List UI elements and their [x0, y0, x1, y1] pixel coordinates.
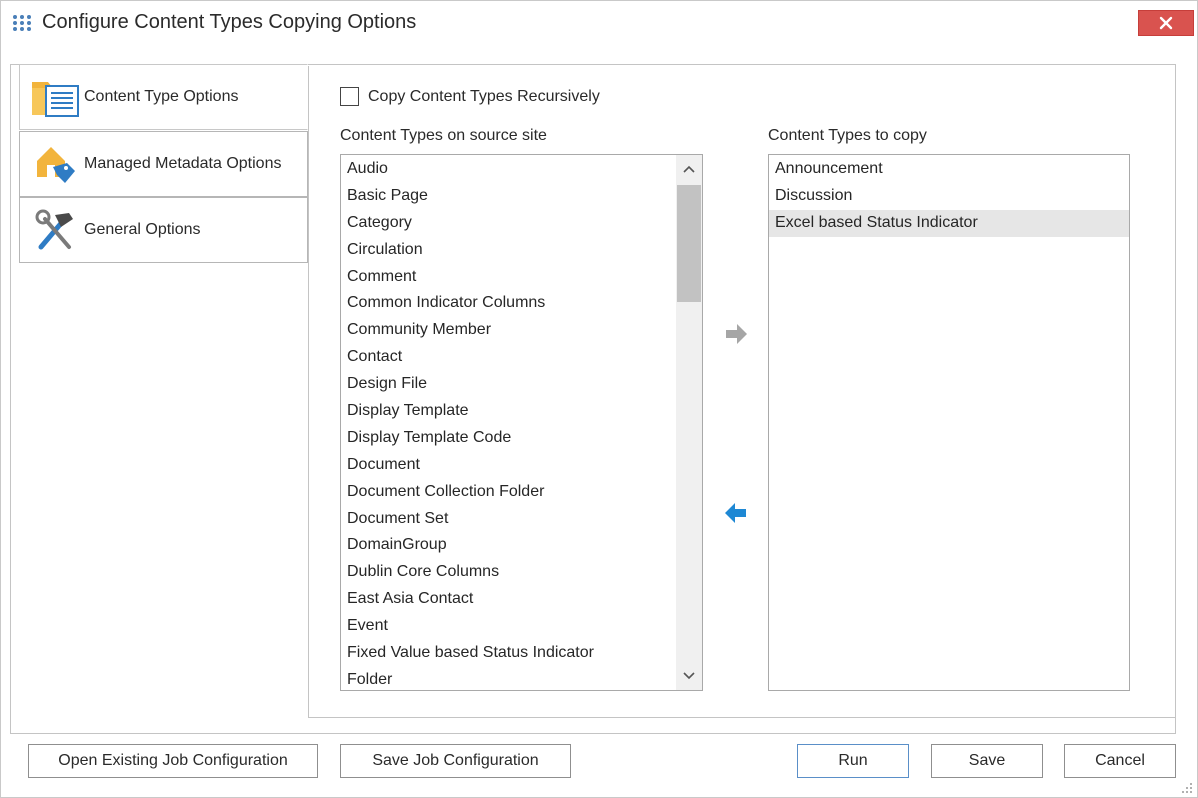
run-button[interactable]: Run [797, 744, 909, 778]
tab-label: Content Type Options [84, 88, 239, 105]
source-list-label: Content Types on source site [340, 127, 547, 144]
source-content-types-list[interactable]: Audio Basic Page Category Circulation Commen… [340, 154, 703, 691]
list-item[interactable]: Document Collection Folder [341, 479, 676, 506]
list-item[interactable]: Common Indicator Columns [341, 290, 676, 317]
save-button[interactable]: Save [931, 744, 1043, 778]
chevron-down-icon [683, 672, 695, 680]
list-item[interactable]: Excel based Status Indicator [769, 209, 1129, 237]
arrow-right-icon [726, 324, 747, 344]
target-content-types-list[interactable]: Announcement Discussion Excel based Status… [768, 154, 1130, 691]
list-item[interactable]: East Asia Contact [341, 586, 676, 613]
list-item[interactable]: Comment [341, 264, 676, 291]
copy-recursively-checkbox[interactable]: Copy Content Types Recursively [340, 87, 600, 106]
open-existing-job-configuration-button[interactable]: Open Existing Job Configuration [28, 744, 318, 778]
target-items: Announcement Discussion Excel based Status… [769, 156, 1129, 237]
resize-grip-icon[interactable] [1181, 781, 1193, 793]
source-items: Audio Basic Page Category Circulation Commen… [341, 156, 676, 690]
list-item[interactable]: Document [341, 452, 676, 479]
scroll-thumb[interactable] [677, 185, 701, 302]
tab-general-options[interactable]: General Options [19, 197, 308, 263]
tab-label: General Options [84, 221, 201, 238]
list-item[interactable]: Basic Page [341, 183, 676, 210]
list-item[interactable]: Display Template Code [341, 425, 676, 452]
chevron-up-icon [683, 165, 695, 173]
list-item[interactable]: Contact [341, 344, 676, 371]
list-item[interactable]: Design File [341, 371, 676, 398]
cancel-button[interactable]: Cancel [1064, 744, 1176, 778]
tab-content-type-options[interactable]: Content Type Options [19, 64, 308, 130]
title-bar: Configure Content Types Copying Options [1, 1, 1197, 45]
close-button[interactable] [1138, 10, 1194, 36]
list-item[interactable]: Announcement [769, 156, 1129, 183]
home-tag-icon [28, 139, 84, 189]
tab-managed-metadata-options[interactable]: Managed Metadata Options [19, 131, 308, 197]
list-item[interactable]: DomainGroup [341, 532, 676, 559]
close-icon [1159, 16, 1173, 30]
checkbox-label: Copy Content Types Recursively [368, 87, 600, 105]
folder-list-icon [28, 72, 84, 122]
tab-label: Managed Metadata Options [84, 155, 282, 172]
list-item[interactable]: Circulation [341, 237, 676, 264]
save-job-configuration-button[interactable]: Save Job Configuration [340, 744, 571, 778]
checkbox-box[interactable] [340, 87, 359, 106]
remove-from-copy-button[interactable] [722, 499, 750, 527]
list-item[interactable]: Dublin Core Columns [341, 559, 676, 586]
app-dots-icon [11, 13, 35, 33]
add-to-copy-button[interactable] [722, 320, 750, 348]
list-item[interactable]: Event [341, 613, 676, 640]
scroll-up-button[interactable] [676, 155, 702, 183]
dialog-window: Configure Content Types Copying Options … [0, 0, 1198, 798]
scroll-down-button[interactable] [676, 662, 702, 690]
hammer-wrench-icon [28, 205, 84, 255]
list-item[interactable]: Community Member [341, 317, 676, 344]
list-item[interactable]: Category [341, 210, 676, 237]
source-list-scrollbar[interactable] [676, 155, 702, 690]
list-item[interactable]: Document Set [341, 506, 676, 533]
list-item[interactable]: Display Template [341, 398, 676, 425]
list-item[interactable]: Fixed Value based Status Indicator [341, 640, 676, 667]
arrow-left-icon [725, 503, 746, 523]
list-item[interactable]: Discussion [769, 183, 1129, 210]
list-item[interactable]: Folder [341, 667, 676, 690]
window-title: Configure Content Types Copying Options [42, 11, 417, 33]
target-list-label: Content Types to copy [768, 127, 927, 144]
list-item[interactable]: Audio [341, 156, 676, 183]
